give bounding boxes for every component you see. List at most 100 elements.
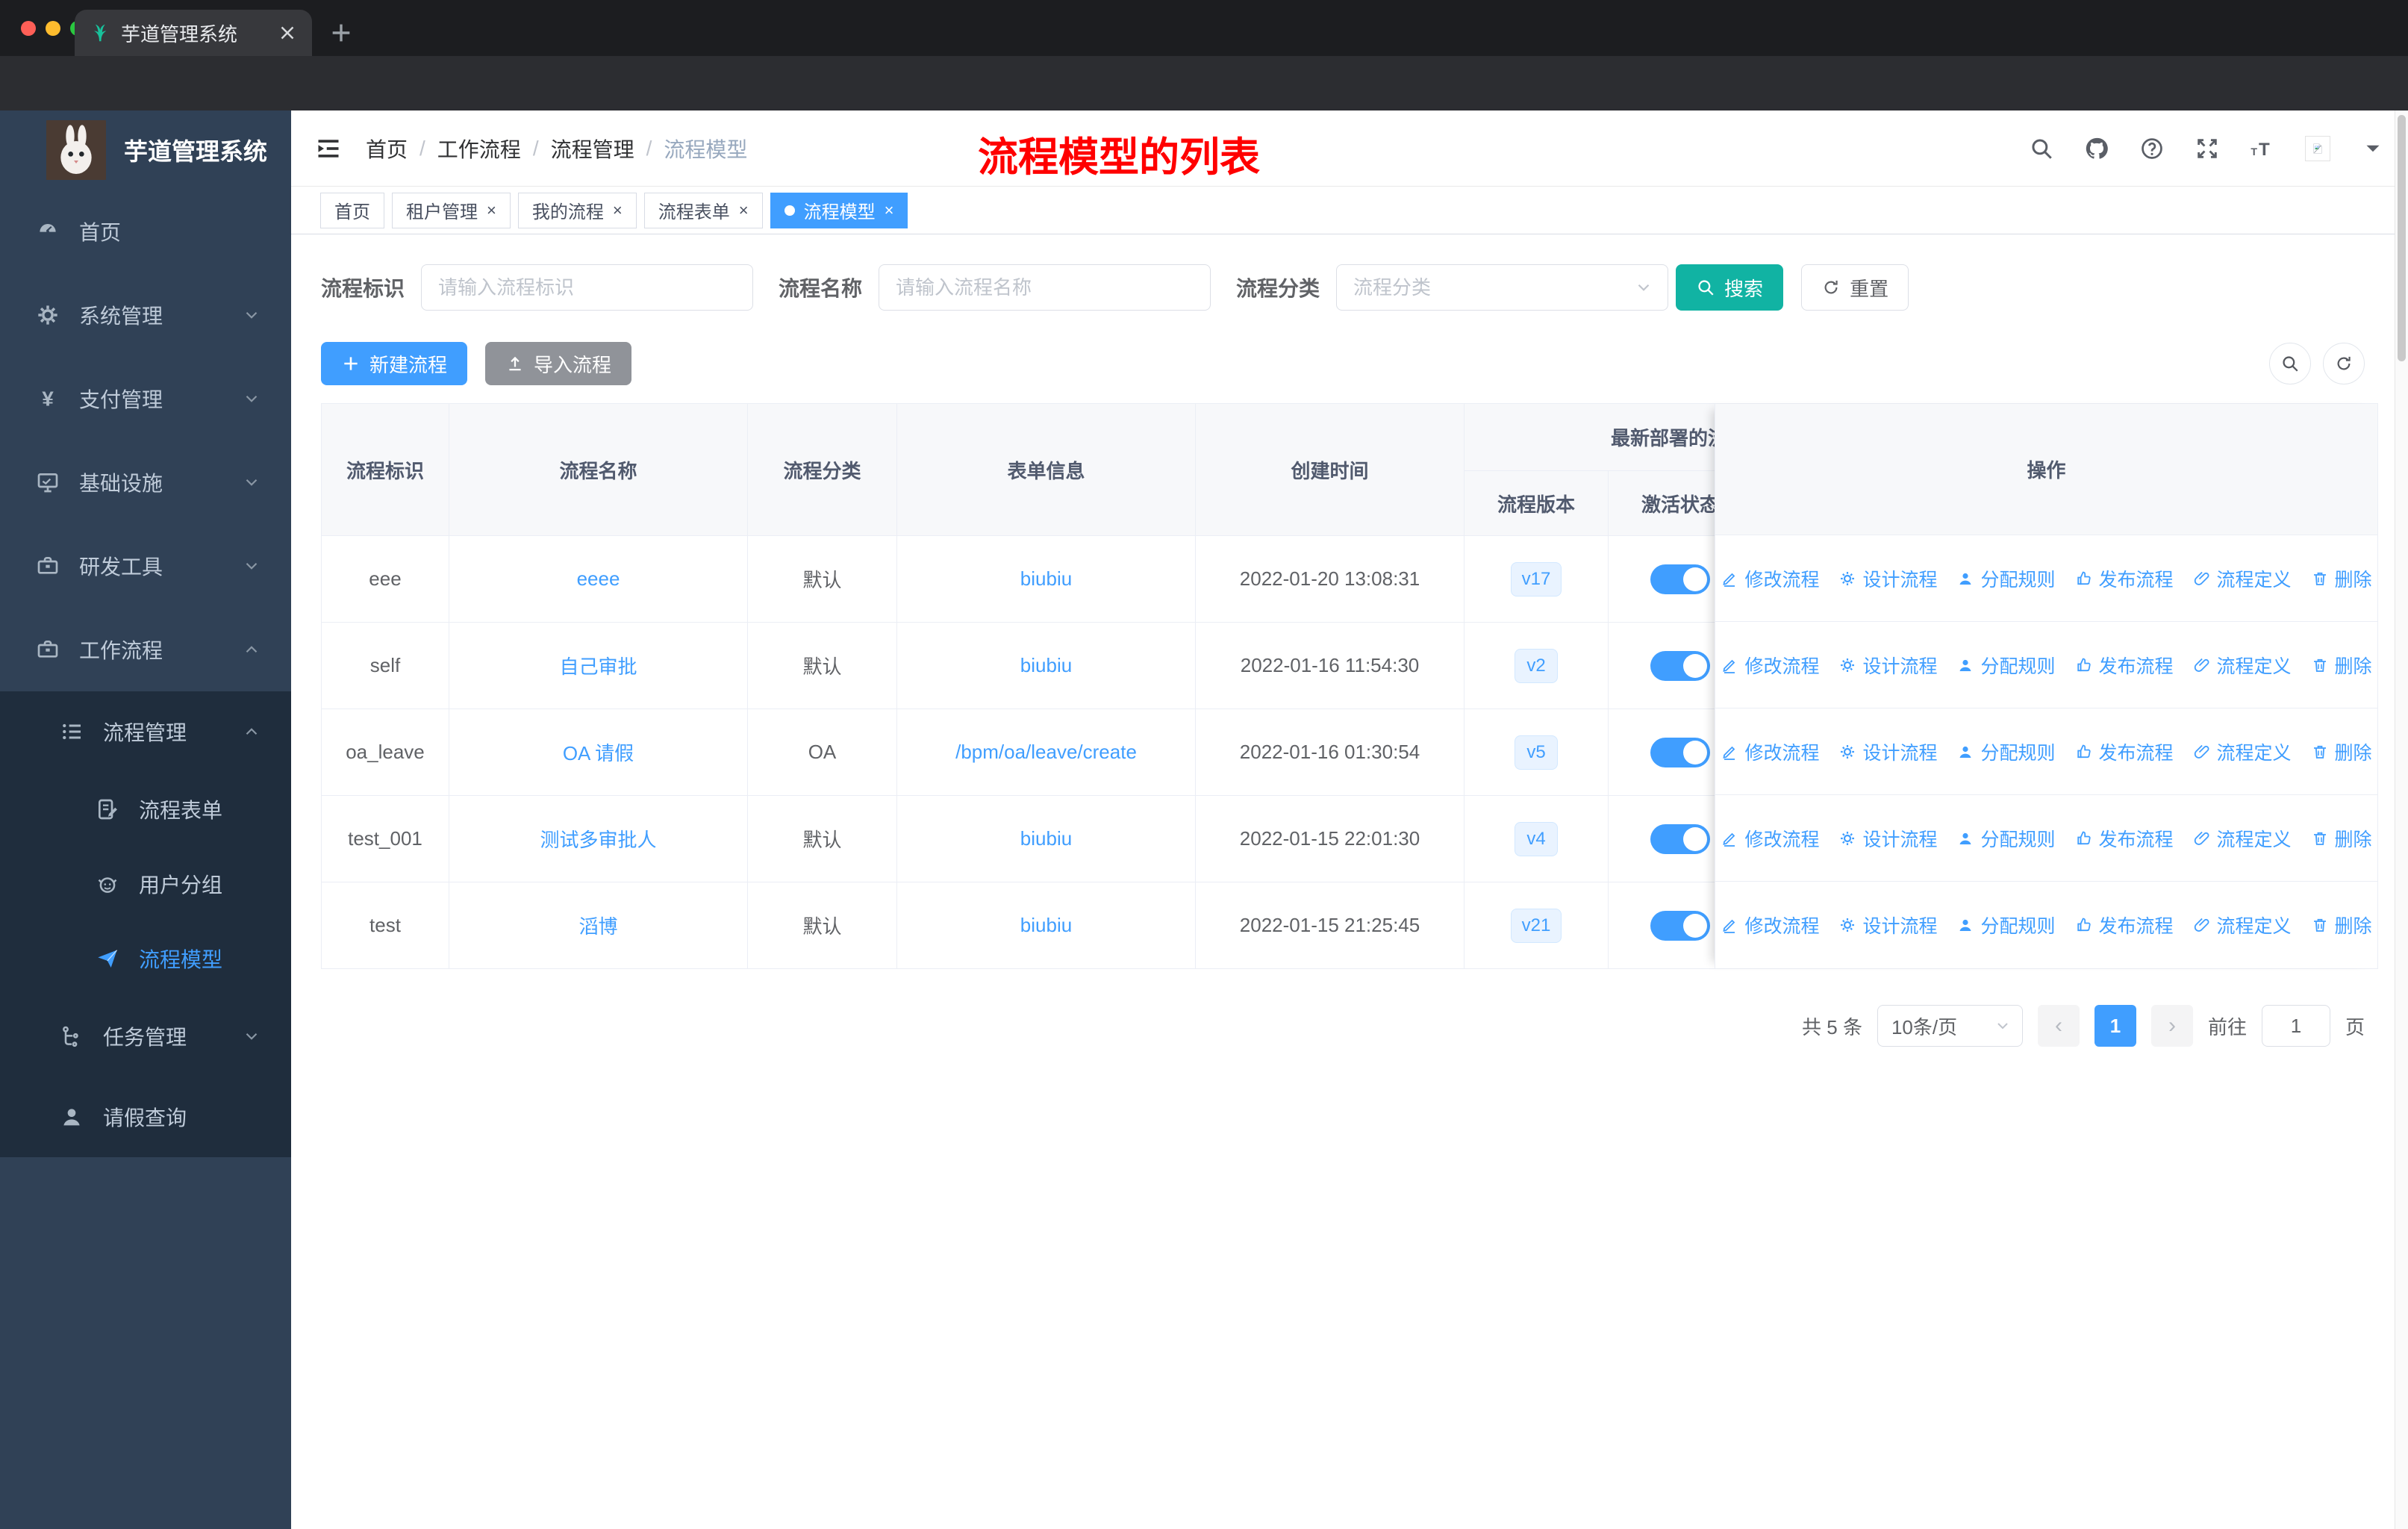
page-tab-我的流程[interactable]: 我的流程 ×: [517, 192, 637, 228]
sidebar-item-用户分组[interactable]: 用户分组: [0, 847, 291, 921]
action-assign-rule[interactable]: 分配规则: [1956, 825, 2056, 852]
close-tab-icon[interactable]: ×: [739, 201, 749, 220]
import-flow-button[interactable]: 导入流程: [485, 342, 632, 385]
form-info-link[interactable]: biubiu: [1020, 914, 1072, 937]
search-icon[interactable]: [2029, 136, 2054, 161]
action-flow-definition[interactable]: 流程定义: [2193, 912, 2292, 938]
flow-name-input[interactable]: [879, 264, 1211, 311]
create-flow-button[interactable]: 新建流程: [321, 342, 468, 385]
search-button[interactable]: 搜索: [1676, 264, 1784, 311]
action-flow-definition[interactable]: 流程定义: [2193, 738, 2292, 765]
close-tab-icon[interactable]: ×: [885, 201, 894, 220]
flow-name-link[interactable]: 自己审批: [559, 652, 637, 679]
action-modify-flow[interactable]: 修改流程: [1721, 565, 1819, 592]
toggle-search-button[interactable]: [2269, 343, 2311, 384]
form-info-link[interactable]: /bpm/oa/leave/create: [955, 741, 1137, 764]
action-flow-definition[interactable]: 流程定义: [2193, 565, 2292, 592]
page-scrollbar[interactable]: [2395, 110, 2408, 1529]
close-tab-icon[interactable]: ×: [613, 201, 623, 220]
flow-name-link[interactable]: 滔博: [578, 912, 617, 939]
sidebar-item-流程表单[interactable]: 流程表单: [0, 772, 291, 847]
form-info-link[interactable]: biubiu: [1020, 654, 1072, 677]
page-tab-租户管理[interactable]: 租户管理 ×: [392, 192, 511, 228]
breadcrumb-item[interactable]: 流程管理: [551, 134, 634, 164]
browser-tab[interactable]: 芋道管理系统: [75, 10, 312, 56]
page-size-select[interactable]: 10条/页: [1877, 1005, 2023, 1047]
action-publish-flow[interactable]: 发布流程: [2075, 652, 2174, 679]
close-window-button[interactable]: [21, 21, 36, 36]
action-delete[interactable]: 删除: [2311, 652, 2372, 679]
scrollbar-thumb[interactable]: [2398, 115, 2406, 361]
action-delete[interactable]: 删除: [2311, 738, 2372, 765]
breadcrumb-item[interactable]: 首页: [366, 134, 408, 164]
page-tab-首页[interactable]: 首页: [320, 192, 384, 228]
flow-id-input[interactable]: [421, 264, 754, 311]
avatar[interactable]: [2305, 135, 2330, 161]
sidebar-item-工作流程[interactable]: 工作流程: [0, 608, 291, 691]
chevron-down-icon[interactable]: [2360, 136, 2386, 161]
help-icon[interactable]: [2139, 136, 2165, 161]
active-toggle[interactable]: [1650, 737, 1710, 767]
fullscreen-icon[interactable]: [2195, 136, 2220, 161]
goto-page-input[interactable]: [2261, 1005, 2330, 1047]
form-info-link[interactable]: biubiu: [1020, 827, 1072, 850]
action-assign-rule[interactable]: 分配规则: [1956, 565, 2056, 592]
action-design-flow[interactable]: 设计流程: [1838, 738, 1937, 765]
refresh-table-button[interactable]: [2323, 343, 2365, 384]
action-assign-rule[interactable]: 分配规则: [1956, 912, 2056, 938]
action-publish-flow[interactable]: 发布流程: [2075, 738, 2174, 765]
app-logo[interactable]: 芋道管理系统: [0, 110, 291, 190]
action-design-flow[interactable]: 设计流程: [1838, 565, 1937, 592]
collapse-menu-icon[interactable]: [315, 135, 342, 162]
new-tab-button[interactable]: [328, 20, 354, 46]
sidebar-item-基础设施[interactable]: 基础设施: [0, 440, 291, 524]
sidebar-item-流程管理[interactable]: 流程管理: [0, 691, 291, 772]
action-design-flow[interactable]: 设计流程: [1838, 825, 1937, 852]
action-modify-flow[interactable]: 修改流程: [1721, 738, 1819, 765]
action-modify-flow[interactable]: 修改流程: [1721, 912, 1819, 938]
sidebar-item-任务管理[interactable]: 任务管理: [0, 996, 291, 1077]
breadcrumb-item[interactable]: 工作流程: [437, 134, 521, 164]
active-toggle[interactable]: [1650, 564, 1710, 594]
action-delete[interactable]: 删除: [2311, 912, 2372, 938]
action-assign-rule[interactable]: 分配规则: [1956, 652, 2056, 679]
page-tab-流程表单[interactable]: 流程表单 ×: [643, 192, 763, 228]
sidebar-item-支付管理[interactable]: ¥ 支付管理: [0, 357, 291, 440]
active-toggle[interactable]: [1650, 823, 1710, 854]
action-design-flow[interactable]: 设计流程: [1838, 912, 1937, 938]
action-publish-flow[interactable]: 发布流程: [2075, 912, 2174, 938]
action-delete[interactable]: 删除: [2311, 825, 2372, 852]
flow-category-input[interactable]: [1336, 264, 1669, 311]
next-page-button[interactable]: ›: [2150, 1005, 2193, 1047]
sidebar-item-研发工具[interactable]: 研发工具: [0, 524, 291, 608]
sidebar-item-系统管理[interactable]: 系统管理: [0, 273, 291, 357]
active-toggle[interactable]: [1650, 910, 1710, 941]
prev-page-button[interactable]: ‹: [2037, 1005, 2080, 1047]
action-modify-flow[interactable]: 修改流程: [1721, 825, 1819, 852]
action-delete[interactable]: 删除: [2311, 565, 2372, 592]
sidebar-item-首页[interactable]: 首页: [0, 190, 291, 273]
close-tab-icon[interactable]: [276, 22, 299, 44]
flow-category-select[interactable]: [1336, 264, 1669, 311]
font-size-icon[interactable]: TT: [2250, 136, 2275, 161]
sidebar-item-请假查询[interactable]: 请假查询: [0, 1077, 291, 1157]
flow-name-link[interactable]: eeee: [577, 567, 620, 591]
flow-name-link[interactable]: 测试多审批人: [540, 825, 656, 853]
current-page-button[interactable]: 1: [2094, 1005, 2136, 1047]
close-tab-icon[interactable]: ×: [487, 201, 496, 220]
action-publish-flow[interactable]: 发布流程: [2075, 825, 2174, 852]
action-assign-rule[interactable]: 分配规则: [1956, 738, 2056, 765]
github-icon[interactable]: [2084, 136, 2109, 161]
action-flow-definition[interactable]: 流程定义: [2193, 825, 2292, 852]
form-info-link[interactable]: biubiu: [1020, 567, 1072, 591]
reset-button[interactable]: 重置: [1801, 264, 1909, 311]
action-design-flow[interactable]: 设计流程: [1838, 652, 1937, 679]
active-toggle[interactable]: [1650, 650, 1710, 681]
sidebar-item-流程模型[interactable]: 流程模型: [0, 921, 291, 996]
action-modify-flow[interactable]: 修改流程: [1721, 652, 1819, 679]
minimize-window-button[interactable]: [46, 21, 60, 36]
page-tab-流程模型[interactable]: 流程模型 ×: [770, 192, 908, 228]
action-publish-flow[interactable]: 发布流程: [2075, 565, 2174, 592]
flow-name-link[interactable]: OA 请假: [563, 738, 634, 766]
action-flow-definition[interactable]: 流程定义: [2193, 652, 2292, 679]
